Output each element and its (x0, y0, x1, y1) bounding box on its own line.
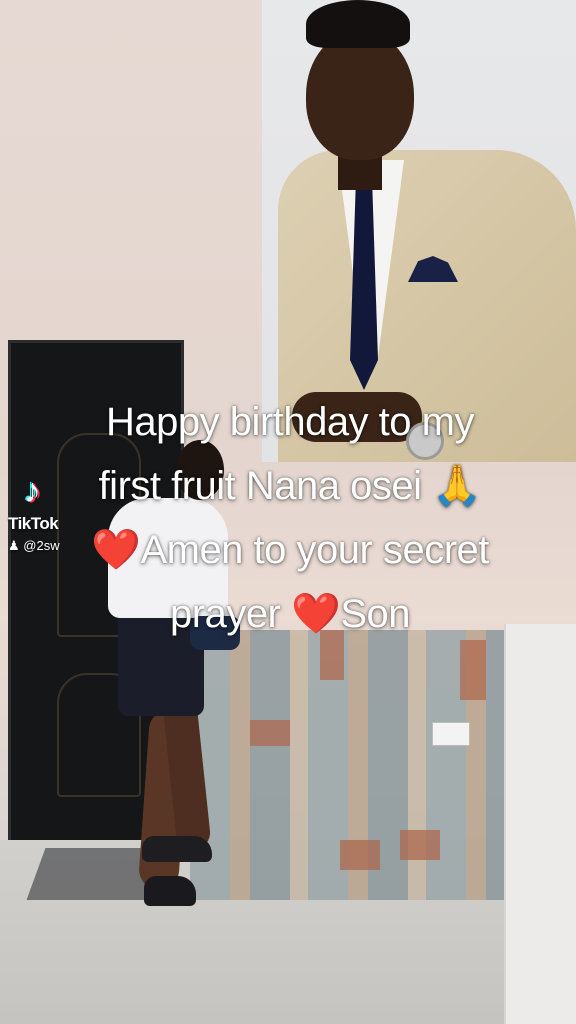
heart-emoji: ❤️ (291, 592, 341, 636)
caption-line-3: ❤️Amen to your secret (40, 518, 540, 582)
tile-accent (340, 840, 380, 870)
user-icon: ♟ (8, 538, 20, 553)
tile-accent (250, 720, 290, 746)
caption-line-2: first fruit Nana osei 🙏 (98, 464, 482, 508)
man-face (306, 30, 414, 160)
caption-line-3-text: Amen to your secret (140, 528, 489, 572)
tile-accent (460, 640, 486, 700)
caption-line-4-text-a: prayer (170, 592, 291, 636)
caption-line-4-text-b: Son (340, 592, 410, 636)
heart-emoji: ❤️ (91, 528, 141, 572)
woman-shoe (142, 836, 212, 862)
caption-line-4: prayer ❤️Son (40, 582, 540, 646)
video-caption: Happy birthday to my first fruit Nana os… (40, 390, 540, 646)
woman-shoe (144, 876, 196, 906)
video-frame: ♪ TikTok ♟ @2sw Happy birthday to my fir… (0, 0, 576, 1024)
tile-accent (400, 830, 440, 860)
wall-socket (432, 722, 470, 746)
stone-tile-wall (190, 630, 510, 900)
decorative-pillar (504, 624, 576, 1024)
caption-line-1: Happy birthday to my (106, 400, 474, 444)
man-hair (306, 0, 410, 48)
